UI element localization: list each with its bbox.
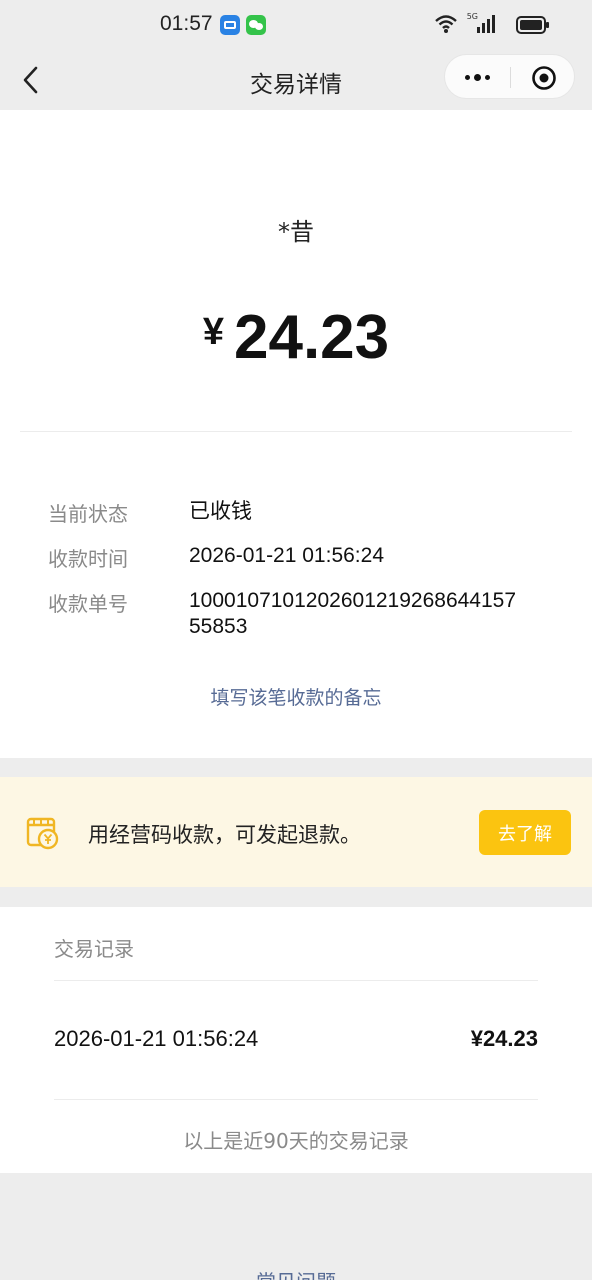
time-value: 2026-01-21 01:56:24: [189, 544, 384, 567]
record-amount: ¥24.23: [470, 1026, 538, 1051]
wechat-notification-icon: [246, 15, 266, 35]
transaction-detail-card: *昔 ¥24.23 当前状态 已收钱 收款时间 2026-01-21 01:56…: [0, 110, 592, 758]
payer-name: *昔: [278, 218, 314, 246]
records-title: 交易记录: [54, 937, 134, 961]
refund-banner-text: 用经营码收款，可发起退款。: [88, 823, 361, 847]
records-footer-note: 以上是近90天的交易记录: [183, 1129, 409, 1153]
app-notification-icon: [220, 15, 240, 35]
learn-more-button[interactable]: 去了解: [479, 810, 571, 855]
battery-icon: [516, 16, 549, 34]
more-dot-icon: [474, 74, 481, 81]
divider: [54, 1099, 538, 1100]
status-time: 01:57: [160, 12, 213, 35]
record-row[interactable]: 2026-01-21 01:56:24 ¥24.23: [54, 1026, 538, 1056]
close-miniprogram-button[interactable]: [511, 55, 576, 100]
amount-display: ¥24.23: [0, 302, 592, 373]
navigation-bar: 交易详情: [0, 52, 592, 110]
signal-icon: [477, 15, 495, 33]
more-dot-icon: [485, 75, 490, 80]
currency-symbol: ¥: [202, 311, 224, 353]
order-label: 收款单号: [48, 592, 128, 616]
transaction-records-card: 交易记录 2026-01-21 01:56:24 ¥24.23 以上是近90天的…: [0, 907, 592, 1173]
amount-value: 24.23: [233, 303, 390, 372]
divider: [20, 431, 572, 432]
faq-link[interactable]: 常见问题: [0, 1266, 592, 1280]
divider: [54, 980, 538, 981]
refund-banner: 用经营码收款，可发起退款。 去了解: [0, 777, 592, 887]
time-label: 收款时间: [48, 547, 128, 571]
more-dot-icon: [465, 75, 470, 80]
record-time: 2026-01-21 01:56:24: [54, 1026, 259, 1051]
status-label: 当前状态: [48, 502, 128, 526]
order-number-value: 100010710120260121926864415755853: [189, 589, 517, 638]
miniprogram-capsule: [444, 54, 575, 99]
add-memo-link[interactable]: 填写该笔收款的备忘: [0, 683, 592, 710]
target-close-icon: [531, 65, 556, 90]
status-bar: 01:57 5G: [0, 0, 592, 52]
wifi-icon: [435, 15, 457, 33]
status-value: 已收钱: [189, 499, 252, 523]
more-options-button[interactable]: [445, 55, 510, 100]
shop-coin-icon: [26, 817, 59, 850]
